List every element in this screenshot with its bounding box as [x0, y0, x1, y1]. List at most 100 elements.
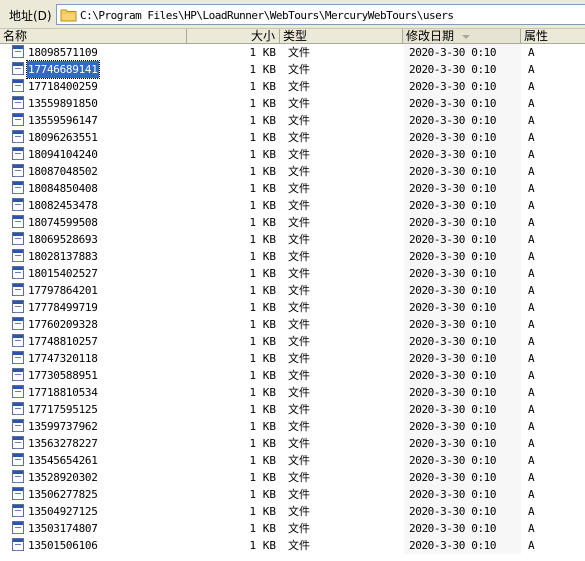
file-row[interactable]: 18096263551 1 KB 文件 2020-3-30 0:10 A [0, 129, 585, 146]
column-attributes-label: 属性 [524, 29, 549, 43]
file-row[interactable]: 18082453478 1 KB 文件 2020-3-30 0:10 A [0, 197, 585, 214]
file-attributes: A [528, 46, 535, 59]
column-name[interactable]: 名称 [0, 29, 187, 43]
file-attributes: A [528, 148, 535, 161]
column-modified[interactable]: 修改日期 [403, 29, 521, 43]
file-name: 17746689141 [26, 60, 100, 79]
file-row[interactable]: 13559596147 1 KB 文件 2020-3-30 0:10 A [0, 112, 585, 129]
file-row[interactable]: 18074599508 1 KB 文件 2020-3-30 0:10 A [0, 214, 585, 231]
file-type: 文件 [288, 505, 310, 518]
file-attributes: A [528, 97, 535, 110]
file-icon [12, 130, 24, 143]
file-row[interactable]: 13501506106 1 KB 文件 2020-3-30 0:10 A [0, 537, 585, 554]
file-modified: 2020-3-30 0:10 [409, 369, 497, 382]
file-type: 文件 [288, 63, 310, 76]
column-type[interactable]: 类型 [280, 29, 403, 43]
file-modified: 2020-3-30 0:10 [409, 267, 497, 280]
file-row[interactable]: 13528920302 1 KB 文件 2020-3-30 0:10 A [0, 469, 585, 486]
file-modified: 2020-3-30 0:10 [409, 454, 497, 467]
file-name: 18098571109 [28, 46, 98, 59]
file-size: 1 KB [249, 148, 277, 161]
file-size: 1 KB [249, 335, 277, 348]
file-attributes: A [528, 114, 535, 127]
file-size: 1 KB [249, 403, 277, 416]
file-row[interactable]: 13506277825 1 KB 文件 2020-3-30 0:10 A [0, 486, 585, 503]
file-size: 1 KB [249, 250, 277, 263]
file-row[interactable]: 13563278227 1 KB 文件 2020-3-30 0:10 A [0, 435, 585, 452]
file-row[interactable]: 17730588951 1 KB 文件 2020-3-30 0:10 A [0, 367, 585, 384]
file-attributes: A [528, 369, 535, 382]
file-row[interactable]: 13504927125 1 KB 文件 2020-3-30 0:10 A [0, 503, 585, 520]
file-size: 1 KB [249, 267, 277, 280]
file-row[interactable]: 17760209328 1 KB 文件 2020-3-30 0:10 A [0, 316, 585, 333]
file-size: 1 KB [249, 46, 277, 59]
file-row[interactable]: 18098571109 1 KB 文件 2020-3-30 0:10 A [0, 44, 585, 61]
file-type: 文件 [288, 539, 310, 552]
column-size[interactable]: 大小 [187, 29, 280, 43]
file-row[interactable]: 17718400259 1 KB 文件 2020-3-30 0:10 A [0, 78, 585, 95]
file-row[interactable]: 18084850408 1 KB 文件 2020-3-30 0:10 A [0, 180, 585, 197]
column-attributes[interactable]: 属性 [521, 29, 585, 43]
file-list: 18098571109 1 KB 文件 2020-3-30 0:10 A 17746689… [0, 44, 585, 561]
file-icon [12, 181, 24, 194]
file-name: 13506277825 [28, 488, 98, 501]
file-row[interactable]: 17746689141 1 KB 文件 2020-3-30 0:10 A [0, 60, 585, 79]
file-row[interactable]: 17747320118 1 KB 文件 2020-3-30 0:10 A [0, 350, 585, 367]
file-type: 文件 [288, 420, 310, 433]
file-name: 17718810534 [28, 386, 98, 399]
file-row[interactable]: 13599737962 1 KB 文件 2020-3-30 0:10 A [0, 418, 585, 435]
file-name: 18028137883 [28, 250, 98, 263]
file-size: 1 KB [249, 63, 277, 76]
file-type: 文件 [288, 165, 310, 178]
file-name: 13599737962 [28, 420, 98, 433]
file-size: 1 KB [249, 131, 277, 144]
file-attributes: A [528, 165, 535, 178]
file-row[interactable]: 17797864201 1 KB 文件 2020-3-30 0:10 A [0, 282, 585, 299]
file-name: 18096263551 [28, 131, 98, 144]
file-size: 1 KB [249, 505, 277, 518]
file-type: 文件 [288, 369, 310, 382]
file-row[interactable]: 13545654261 1 KB 文件 2020-3-30 0:10 A [0, 452, 585, 469]
file-row[interactable]: 13559891850 1 KB 文件 2020-3-30 0:10 A [0, 95, 585, 112]
address-input[interactable]: C:\Program Files\HP\LoadRunner\WebTours\… [56, 4, 585, 25]
file-type: 文件 [288, 301, 310, 314]
file-row[interactable]: 17718810534 1 KB 文件 2020-3-30 0:10 A [0, 384, 585, 401]
file-row[interactable]: 18087048502 1 KB 文件 2020-3-30 0:10 A [0, 163, 585, 180]
file-type: 文件 [288, 488, 310, 501]
column-size-label: 大小 [250, 29, 275, 43]
file-row[interactable]: 13503174807 1 KB 文件 2020-3-30 0:10 A [0, 520, 585, 537]
file-icon [12, 419, 24, 432]
file-attributes: A [528, 505, 535, 518]
file-row[interactable]: 18015402527 1 KB 文件 2020-3-30 0:10 A [0, 265, 585, 282]
file-icon [12, 147, 24, 160]
file-icon [12, 385, 24, 398]
file-row[interactable]: 18028137883 1 KB 文件 2020-3-30 0:10 A [0, 248, 585, 265]
file-modified: 2020-3-30 0:10 [409, 114, 497, 127]
file-type: 文件 [288, 335, 310, 348]
file-row[interactable]: 17748810257 1 KB 文件 2020-3-30 0:10 A [0, 333, 585, 350]
file-size: 1 KB [249, 539, 277, 552]
file-type: 文件 [288, 437, 310, 450]
file-size: 1 KB [249, 199, 277, 212]
file-attributes: A [528, 182, 535, 195]
file-modified: 2020-3-30 0:10 [409, 46, 497, 59]
file-name: 17730588951 [28, 369, 98, 382]
file-name: 17778499719 [28, 301, 98, 314]
file-size: 1 KB [249, 454, 277, 467]
file-row[interactable]: 17778499719 1 KB 文件 2020-3-30 0:10 A [0, 299, 585, 316]
file-row[interactable]: 18069528693 1 KB 文件 2020-3-30 0:10 A [0, 231, 585, 248]
file-icon [12, 521, 24, 534]
file-row[interactable]: 18094104240 1 KB 文件 2020-3-30 0:10 A [0, 146, 585, 163]
column-header: 名称 大小 类型 修改日期 属性 [0, 29, 585, 44]
file-size: 1 KB [249, 488, 277, 501]
file-modified: 2020-3-30 0:10 [409, 284, 497, 297]
file-row[interactable]: 17717595125 1 KB 文件 2020-3-30 0:10 A [0, 401, 585, 418]
file-modified: 2020-3-30 0:10 [409, 488, 497, 501]
address-label: 地址(D) [9, 9, 52, 23]
file-icon [12, 487, 24, 500]
file-size: 1 KB [249, 318, 277, 331]
file-attributes: A [528, 488, 535, 501]
file-icon [12, 300, 24, 313]
file-size: 1 KB [249, 97, 277, 110]
file-size: 1 KB [249, 182, 277, 195]
